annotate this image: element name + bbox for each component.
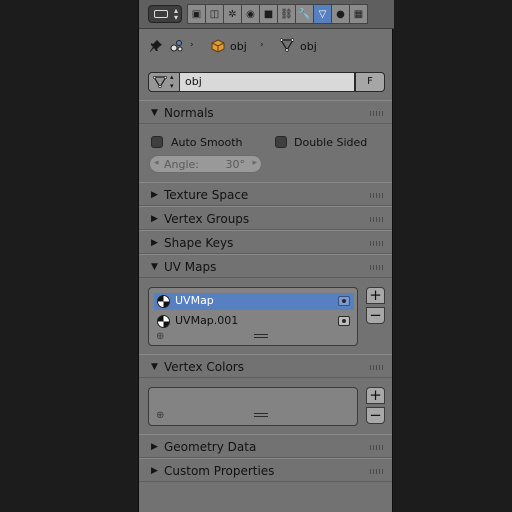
mesh-data-icon [279, 38, 295, 52]
scene-icon [170, 39, 184, 53]
panel-header-geometry-data[interactable]: ▶ Geometry Data [139, 434, 392, 458]
uv-map-icon [157, 295, 170, 308]
pin-icon[interactable] [148, 38, 164, 54]
browse-arrows-icon: ▴ ▾ [170, 73, 174, 90]
collapsed-arrow-icon: ▶ [151, 466, 158, 476]
panel-header-texture-space[interactable]: ▶ Texture Space [139, 182, 392, 206]
list-filter-icon[interactable]: ⊕ [156, 331, 164, 342]
properties-header: ▴ ▾ ▣ ◫ ✲ ◉ ■ ⛓ 🔧 ▽ ● ▦ [139, 0, 394, 29]
uv-map-icon [157, 315, 170, 328]
breadcrumb-separator: › [260, 40, 264, 50]
panel-title: UV Maps [164, 260, 217, 274]
active-render-camera-icon[interactable] [338, 296, 350, 306]
right-outer-region [393, 0, 512, 512]
collapsed-arrow-icon: ▶ [151, 442, 158, 452]
tab-mesh-data[interactable]: ▽ [313, 4, 332, 24]
panel-header-custom-properties[interactable]: ▶ Custom Properties [139, 458, 392, 482]
drag-grip-icon[interactable] [370, 193, 383, 198]
drag-grip-icon[interactable] [370, 217, 383, 222]
add-uv-map-button[interactable]: + [366, 287, 385, 304]
panel-title: Texture Space [164, 188, 249, 202]
tab-material[interactable]: ● [331, 4, 350, 24]
double-sided-label: Double Sided [294, 136, 368, 149]
list-resize-grip-icon[interactable] [254, 413, 268, 417]
drag-grip-icon[interactable] [370, 241, 383, 246]
increment-arrow-icon[interactable]: ▸ [252, 158, 257, 168]
breadcrumb-separator: › [190, 40, 194, 50]
remove-uv-map-button[interactable]: − [366, 307, 385, 324]
world-icon: ◉ [246, 8, 255, 20]
tab-render[interactable]: ▣ [187, 4, 206, 24]
angle-slider[interactable]: ◂ Angle: 30° ▸ [149, 155, 262, 173]
mesh-name-field[interactable]: obj [179, 72, 355, 92]
modifiers-icon: 🔧 [298, 8, 311, 20]
breadcrumb-mesh-name: obj [300, 40, 317, 53]
remove-vertex-color-button[interactable]: − [366, 407, 385, 424]
properties-editor: ▴ ▾ ▣ ◫ ✲ ◉ ■ ⛓ 🔧 ▽ ● ▦ › obj › obj ▴ ▾ obj F ▼ Nor… [138, 0, 394, 512]
render-icon: ▣ [191, 8, 202, 20]
decrement-arrow-icon[interactable]: ◂ [154, 158, 159, 168]
tab-scene[interactable]: ✲ [223, 4, 242, 24]
scene-icon: ✲ [228, 8, 237, 20]
texture-icon: ▦ [353, 8, 364, 20]
drag-grip-icon[interactable] [370, 365, 383, 370]
tab-modifiers[interactable]: 🔧 [295, 4, 314, 24]
uv-map-list: UVMap UVMap.001 ⊕ [148, 287, 358, 346]
panel-header-shape-keys[interactable]: ▶ Shape Keys [139, 230, 392, 254]
drag-grip-icon[interactable] [370, 469, 383, 474]
panel-title: Shape Keys [164, 236, 234, 250]
object-icon: ■ [263, 8, 274, 20]
mesh-data-icon: ▽ [318, 8, 327, 20]
list-resize-grip-icon[interactable] [254, 334, 268, 338]
expanded-arrow-icon: ▼ [151, 262, 158, 272]
constraints-icon: ⛓ [280, 8, 293, 20]
double-sided-checkbox[interactable] [275, 136, 287, 148]
vertex-color-list: ⊕ [148, 387, 358, 426]
expanded-arrow-icon: ▼ [151, 108, 158, 118]
tab-texture[interactable]: ▦ [349, 4, 368, 24]
mesh-browse-button[interactable]: ▴ ▾ [148, 72, 180, 92]
active-render-camera-icon[interactable] [338, 316, 350, 326]
breadcrumb-object-name: obj [230, 40, 247, 53]
left-outer-region [0, 0, 138, 512]
list-item[interactable]: UVMap.001 [154, 313, 354, 330]
panel-title: Vertex Colors [164, 360, 244, 374]
uv-map-name[interactable]: UVMap.001 [175, 314, 238, 327]
material-icon: ● [336, 8, 345, 20]
uv-map-name[interactable]: UVMap [175, 294, 214, 307]
panel-header-vertex-groups[interactable]: ▶ Vertex Groups [139, 206, 392, 230]
selector-arrows-icon: ▴ ▾ [173, 6, 178, 22]
collapsed-arrow-icon: ▶ [151, 190, 158, 200]
panel-title: Vertex Groups [164, 212, 250, 226]
object-cube-icon [211, 39, 225, 53]
fake-user-button[interactable]: F [355, 72, 385, 92]
expanded-arrow-icon: ▼ [151, 362, 158, 372]
list-item[interactable]: UVMap [154, 293, 354, 310]
auto-smooth-label: Auto Smooth [171, 136, 243, 149]
auto-smooth-checkbox[interactable] [151, 136, 163, 148]
panel-title: Custom Properties [164, 464, 275, 478]
angle-value: 30° [225, 158, 246, 171]
tab-constraints[interactable]: ⛓ [277, 4, 296, 24]
panel-header-normals[interactable]: ▼ Normals [139, 100, 392, 124]
tab-world[interactable]: ◉ [241, 4, 260, 24]
list-filter-icon[interactable]: ⊕ [156, 410, 164, 421]
panel-header-vertex-colors[interactable]: ▼ Vertex Colors [139, 354, 392, 378]
add-vertex-color-button[interactable]: + [366, 387, 385, 404]
angle-label: Angle: [164, 158, 200, 171]
drag-grip-icon[interactable] [370, 111, 383, 116]
drag-grip-icon[interactable] [370, 445, 383, 450]
context-tabs: ▣ ◫ ✲ ◉ ■ ⛓ 🔧 ▽ ● ▦ [187, 4, 368, 24]
panel-header-uv-maps[interactable]: ▼ UV Maps [139, 254, 392, 278]
tab-render-layers[interactable]: ◫ [205, 4, 224, 24]
tab-object[interactable]: ■ [259, 4, 278, 24]
collapsed-arrow-icon: ▶ [151, 238, 158, 248]
properties-editor-icon [154, 10, 168, 18]
drag-grip-icon[interactable] [370, 265, 383, 270]
panel-title: Normals [164, 106, 214, 120]
panel-title: Geometry Data [164, 440, 257, 454]
collapsed-arrow-icon: ▶ [151, 214, 158, 224]
editor-type-selector[interactable]: ▴ ▾ [148, 5, 182, 23]
render-layers-icon: ◫ [209, 8, 220, 20]
